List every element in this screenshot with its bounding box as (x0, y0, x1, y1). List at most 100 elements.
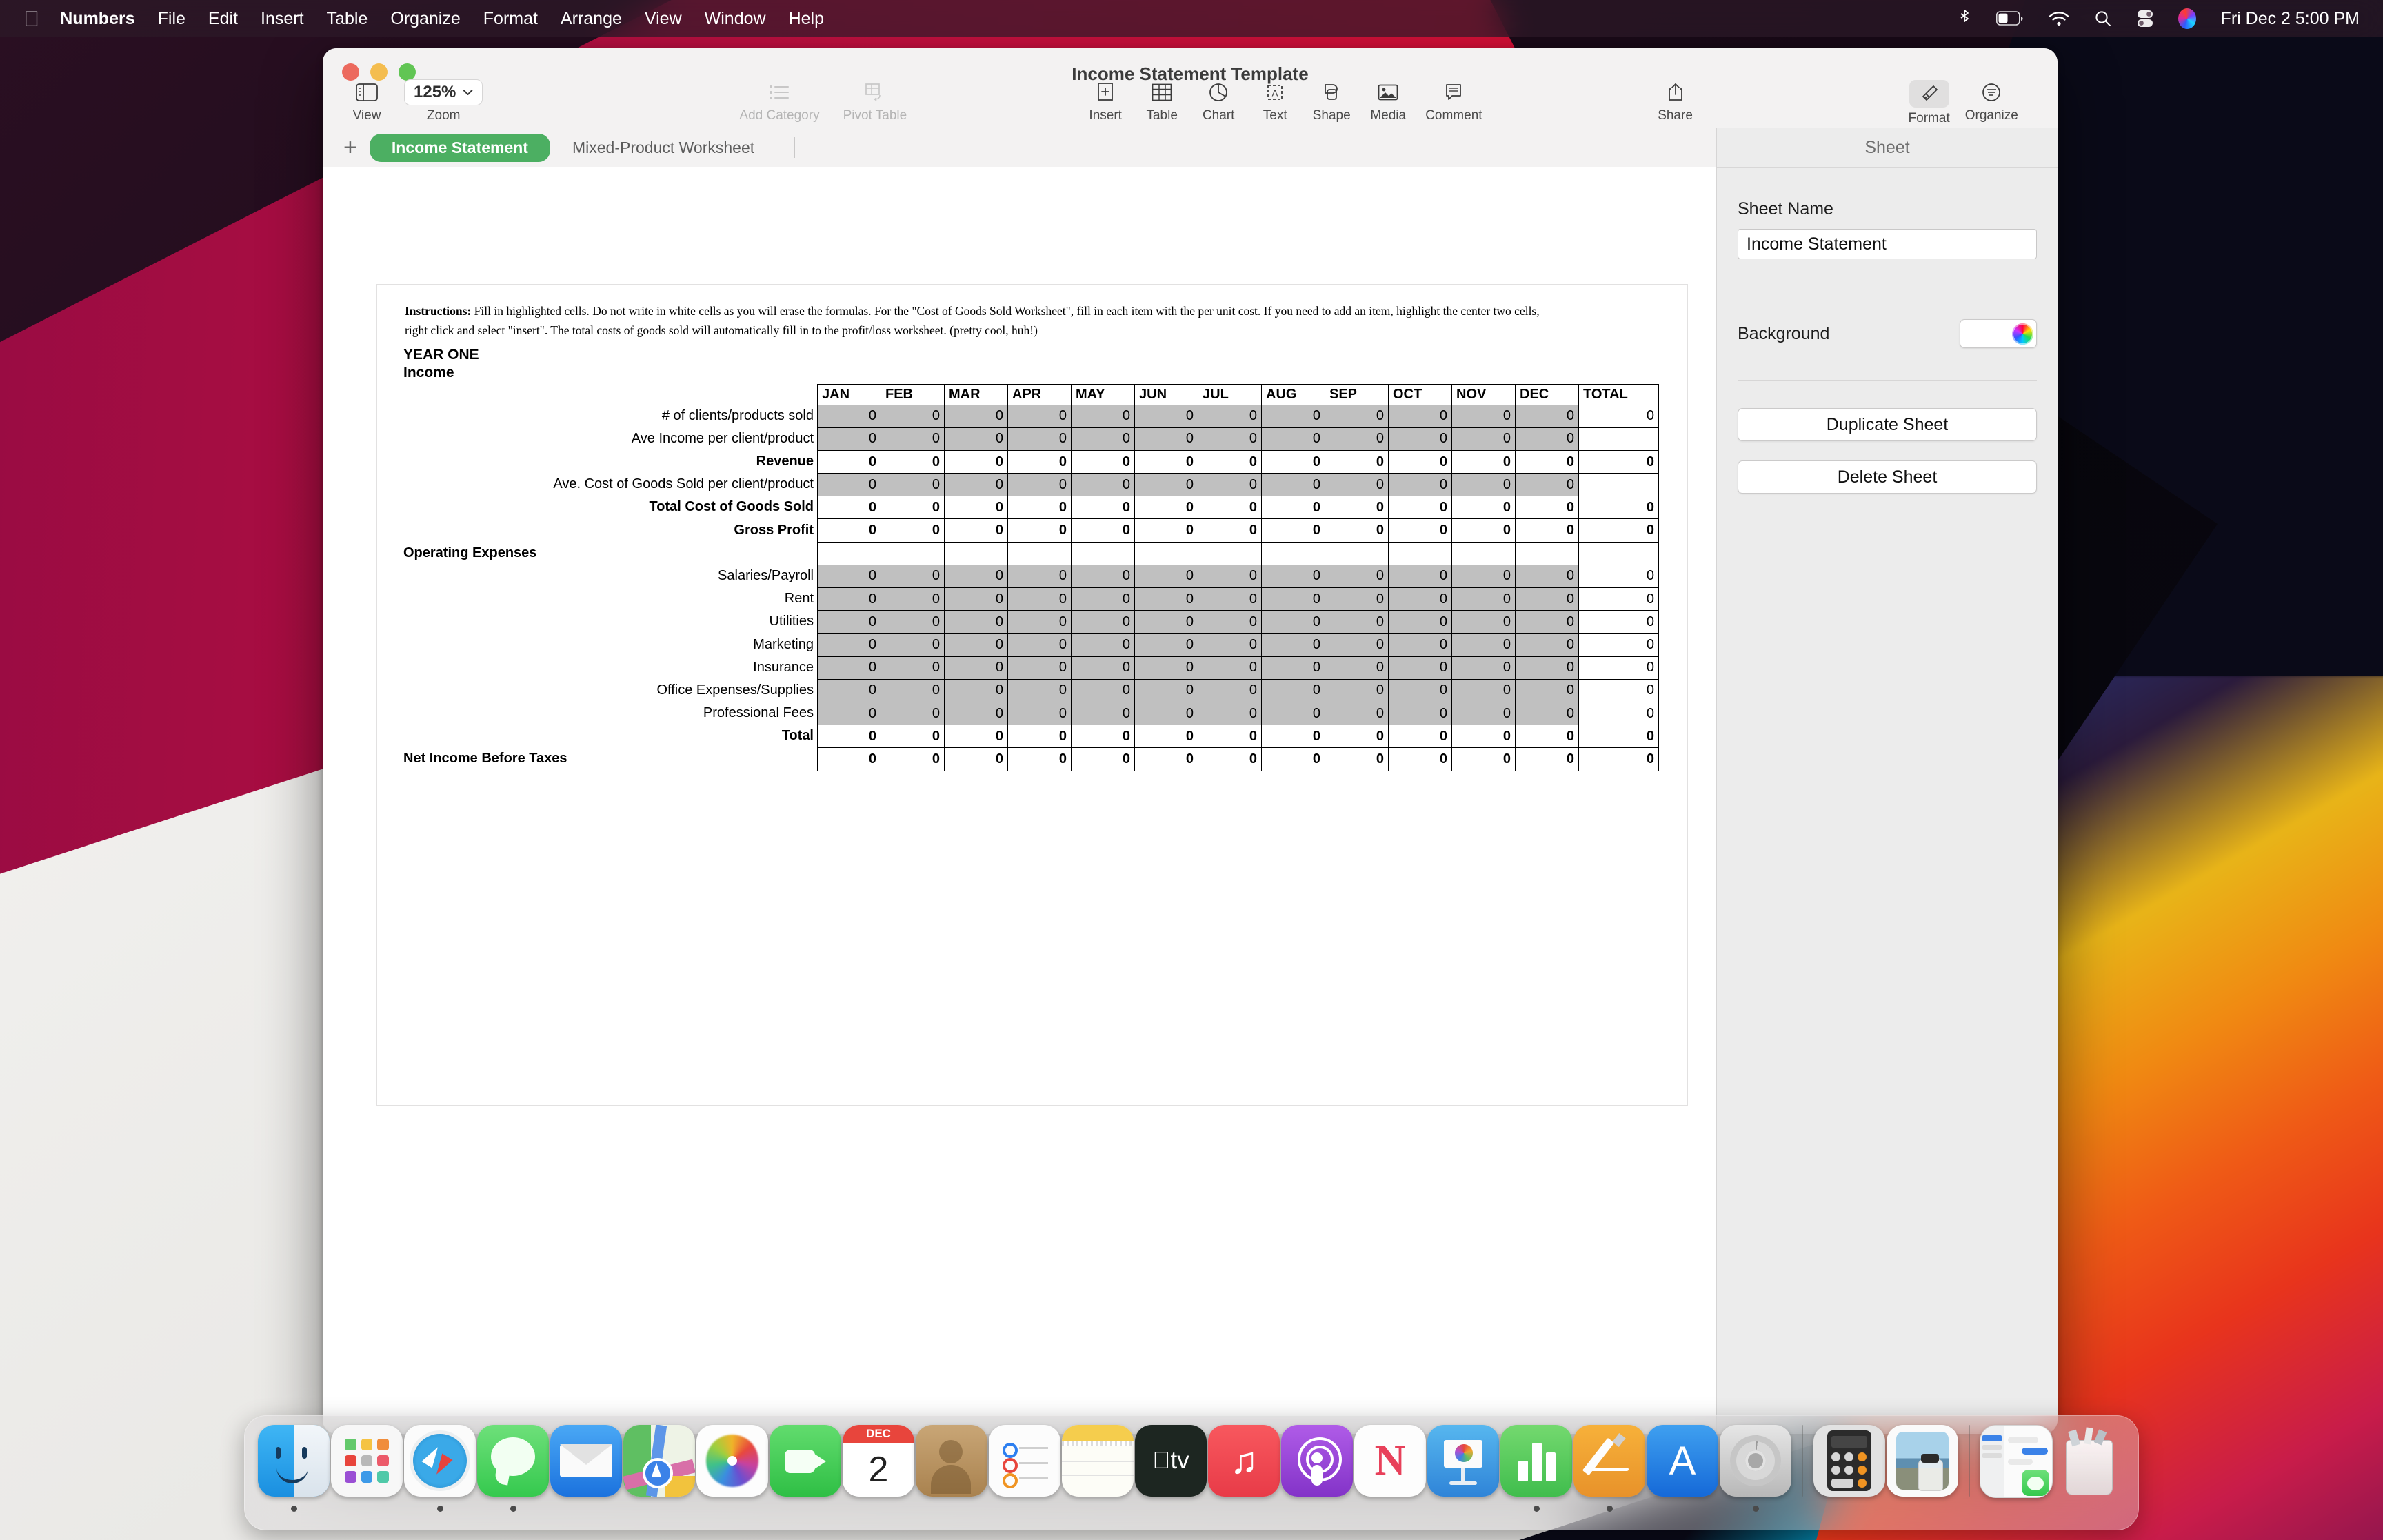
cell-total-r9[interactable]: 0 (1578, 610, 1659, 634)
dock-item-trash[interactable] (2053, 1425, 2126, 1512)
cell-feb-r0[interactable]: 0 (881, 404, 945, 428)
cell-dec-r13[interactable]: 0 (1515, 701, 1579, 726)
cell-mar-r8[interactable]: 0 (944, 587, 1008, 611)
menu-item-format[interactable]: Format (483, 9, 538, 29)
table-row[interactable]: 0000000000000 (817, 496, 1659, 520)
sheet-name-input[interactable]: Income Statement (1738, 229, 2037, 259)
cell-jun-r14[interactable]: 0 (1134, 725, 1198, 749)
dock-item-finder[interactable] (257, 1425, 330, 1512)
cell-nov-r2[interactable]: 0 (1451, 449, 1516, 474)
cell-nov-r13[interactable]: 0 (1451, 701, 1516, 726)
cell-oct-r13[interactable]: 0 (1388, 701, 1452, 726)
cell-jul-r13[interactable]: 0 (1198, 701, 1262, 726)
table-row[interactable]: 0000000000000 (817, 449, 1659, 474)
cell-mar-r9[interactable]: 0 (944, 610, 1008, 634)
cell-may-r2[interactable]: 0 (1071, 449, 1135, 474)
cell-jan-r10[interactable]: 0 (817, 633, 881, 657)
cell-jan-r12[interactable]: 0 (817, 678, 881, 702)
cell-nov-r11[interactable]: 0 (1451, 656, 1516, 680)
cell-dec-r2[interactable]: 0 (1515, 449, 1579, 474)
siri-icon[interactable] (2178, 8, 2196, 29)
cell-jun-r12[interactable]: 0 (1134, 678, 1198, 702)
cell-jan-r15[interactable]: 0 (817, 747, 881, 771)
table-row[interactable]: 0000000000000 (817, 564, 1659, 589)
cell-jan-r7[interactable]: 0 (817, 564, 881, 589)
cell-apr-r3[interactable]: 0 (1007, 473, 1072, 497)
cell-feb-r10[interactable]: 0 (881, 633, 945, 657)
cell-may-r6[interactable] (1071, 541, 1135, 565)
cell-jul-r2[interactable]: 0 (1198, 449, 1262, 474)
cell-oct-r11[interactable]: 0 (1388, 656, 1452, 680)
cell-jun-r6[interactable] (1134, 541, 1198, 565)
dock-item-music[interactable]: ♫ (1207, 1425, 1280, 1512)
cell-oct-r10[interactable]: 0 (1388, 633, 1452, 657)
cell-may-r0[interactable]: 0 (1071, 404, 1135, 428)
dock-item-pages[interactable] (1573, 1425, 1646, 1512)
cell-aug-r2[interactable]: 0 (1261, 449, 1325, 474)
cell-sep-r9[interactable]: 0 (1325, 610, 1389, 634)
cell-oct-r0[interactable]: 0 (1388, 404, 1452, 428)
cell-aug-r0[interactable]: 0 (1261, 404, 1325, 428)
table-row[interactable]: 0000000000000 (817, 587, 1659, 611)
dock-item-maps[interactable] (623, 1425, 696, 1512)
dock-item-appstore[interactable]: A (1646, 1425, 1719, 1512)
cell-oct-r3[interactable]: 0 (1388, 473, 1452, 497)
cell-feb-r13[interactable]: 0 (881, 701, 945, 726)
cell-mar-r2[interactable]: 0 (944, 449, 1008, 474)
cell-jan-r8[interactable]: 0 (817, 587, 881, 611)
dock-item-launchpad[interactable] (330, 1425, 403, 1512)
table-row[interactable]: 0000000000000 (817, 633, 1659, 657)
cell-total-r7[interactable]: 0 (1578, 564, 1659, 589)
cell-jun-r5[interactable]: 0 (1134, 518, 1198, 543)
cell-dec-r7[interactable]: 0 (1515, 564, 1579, 589)
cell-may-r8[interactable]: 0 (1071, 587, 1135, 611)
cell-dec-r0[interactable]: 0 (1515, 404, 1579, 428)
table-row[interactable]: 0000000000000 (817, 610, 1659, 634)
cell-total-r14[interactable]: 0 (1578, 725, 1659, 749)
cell-jun-r15[interactable]: 0 (1134, 747, 1198, 771)
column-header-aug[interactable]: AUG (1261, 383, 1325, 405)
dock-item-numbers[interactable] (1500, 1425, 1573, 1512)
comment-button[interactable]: Comment (1425, 80, 1482, 123)
cell-feb-r11[interactable]: 0 (881, 656, 945, 680)
wifi-icon[interactable] (2049, 11, 2069, 27)
cell-jun-r7[interactable]: 0 (1134, 564, 1198, 589)
column-header-jul[interactable]: JUL (1198, 383, 1262, 405)
cell-nov-r9[interactable]: 0 (1451, 610, 1516, 634)
share-button[interactable]: Share (1656, 80, 1695, 123)
cell-jan-r6[interactable] (817, 541, 881, 565)
cell-may-r3[interactable]: 0 (1071, 473, 1135, 497)
menu-item-view[interactable]: View (645, 9, 682, 29)
table-row[interactable]: 000000000000 (817, 427, 1659, 451)
cell-nov-r12[interactable]: 0 (1451, 678, 1516, 702)
cell-oct-r1[interactable]: 0 (1388, 427, 1452, 451)
cell-dec-r11[interactable]: 0 (1515, 656, 1579, 680)
cell-oct-r9[interactable]: 0 (1388, 610, 1452, 634)
cell-jul-r14[interactable]: 0 (1198, 725, 1262, 749)
cell-jul-r5[interactable]: 0 (1198, 518, 1262, 543)
cell-aug-r5[interactable]: 0 (1261, 518, 1325, 543)
dock-item-safari[interactable] (403, 1425, 476, 1512)
chart-button[interactable]: Chart (1199, 80, 1238, 123)
cell-mar-r13[interactable]: 0 (944, 701, 1008, 726)
cell-may-r14[interactable]: 0 (1071, 725, 1135, 749)
cell-sep-r10[interactable]: 0 (1325, 633, 1389, 657)
cell-jul-r12[interactable]: 0 (1198, 678, 1262, 702)
dock-item-appletv[interactable]: tv (1134, 1425, 1207, 1512)
cell-aug-r1[interactable]: 0 (1261, 427, 1325, 451)
cell-total-r5[interactable]: 0 (1578, 518, 1659, 543)
column-header-may[interactable]: MAY (1071, 383, 1135, 405)
cell-nov-r7[interactable]: 0 (1451, 564, 1516, 589)
organize-button[interactable]: Organize (1965, 80, 2018, 123)
cell-jun-r4[interactable]: 0 (1134, 496, 1198, 520)
battery-icon[interactable] (1995, 11, 2024, 26)
cell-may-r5[interactable]: 0 (1071, 518, 1135, 543)
cell-jan-r4[interactable]: 0 (817, 496, 881, 520)
table-row[interactable]: 0000000000000 (817, 656, 1659, 680)
cell-jul-r0[interactable]: 0 (1198, 404, 1262, 428)
cell-feb-r12[interactable]: 0 (881, 678, 945, 702)
cell-mar-r7[interactable]: 0 (944, 564, 1008, 589)
column-header-total[interactable]: TOTAL (1578, 383, 1659, 405)
dock-item-calculator[interactable] (1813, 1425, 1886, 1512)
cell-apr-r2[interactable]: 0 (1007, 449, 1072, 474)
